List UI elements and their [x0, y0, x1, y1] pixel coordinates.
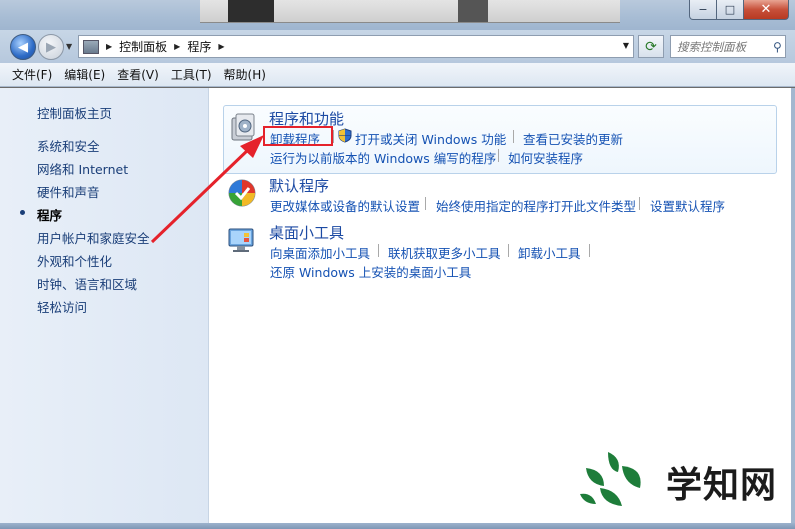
- navigation-bar: ◀ ▶ ▼ ▶ 控制面板 ▶ 程序 ▶ ▼ ⟳ ⚲: [0, 30, 795, 63]
- uac-shield-icon: [338, 128, 352, 143]
- search-box[interactable]: ⚲: [670, 35, 786, 58]
- menu-file[interactable]: 文件(F): [12, 66, 52, 83]
- minimize-button[interactable]: −: [689, 0, 717, 20]
- search-input[interactable]: [671, 38, 771, 55]
- get-more-gadgets-link[interactable]: 联机获取更多小工具: [388, 243, 501, 262]
- link-separator: [639, 197, 640, 210]
- refresh-button[interactable]: ⟳: [638, 35, 664, 58]
- menu-view[interactable]: 查看(V): [117, 66, 159, 83]
- restore-gadgets-link[interactable]: 还原 Windows 上安装的桌面小工具: [270, 262, 471, 281]
- sidebar-item-network[interactable]: 网络和 Internet: [37, 159, 128, 178]
- sidebar-item-ease-of-access[interactable]: 轻松访问: [37, 297, 87, 316]
- link-separator: [378, 244, 379, 257]
- link-separator: [513, 130, 514, 143]
- programs-features-icon[interactable]: [229, 112, 259, 142]
- control-panel-icon: [83, 39, 99, 54]
- desktop-gadgets-title[interactable]: 桌面小工具: [269, 222, 344, 243]
- window-border-right: [791, 88, 795, 523]
- sidebar-item-clock-language[interactable]: 时钟、语言和区域: [37, 274, 137, 293]
- recent-pages-dropdown-icon[interactable]: ▼: [66, 42, 72, 51]
- media-autoplay-link[interactable]: 更改媒体或设备的默认设置: [270, 196, 420, 215]
- default-programs-icon[interactable]: [227, 178, 257, 208]
- sidebar-item-home[interactable]: 控制面板主页: [37, 103, 112, 122]
- menu-edit[interactable]: 编辑(E): [64, 66, 105, 83]
- background-thumbnail: [458, 0, 488, 22]
- sidebar-item-user-accounts[interactable]: 用户帐户和家庭安全: [37, 228, 150, 247]
- link-separator: [498, 149, 499, 162]
- breadcrumb-arrow-icon[interactable]: ▶: [218, 42, 224, 51]
- caption-buttons: − □ ✕: [689, 0, 789, 20]
- desktop-gadgets-icon[interactable]: [227, 225, 257, 255]
- breadcrumb-programs[interactable]: 程序: [187, 38, 211, 55]
- uninstall-gadget-link[interactable]: 卸载小工具: [518, 243, 581, 262]
- background-thumbnail: [228, 0, 274, 22]
- add-gadgets-link[interactable]: 向桌面添加小工具: [270, 243, 370, 262]
- maximize-button[interactable]: □: [717, 0, 744, 20]
- search-icon[interactable]: ⚲: [773, 40, 782, 54]
- breadcrumb-arrow-icon[interactable]: ▶: [174, 42, 180, 51]
- current-page-bullet-icon: [20, 210, 25, 215]
- leaf-logo-icon: [580, 452, 641, 506]
- title-bar: − □ ✕: [0, 0, 795, 30]
- sidebar-item-appearance[interactable]: 外观和个性化: [37, 251, 112, 270]
- back-arrow-icon: ◀: [18, 39, 28, 55]
- menu-help[interactable]: 帮助(H): [224, 66, 266, 83]
- program-compatibility-link[interactable]: 运行为以前版本的 Windows 编写的程序: [270, 148, 496, 167]
- forward-button[interactable]: ▶: [38, 34, 64, 60]
- default-programs-title[interactable]: 默认程序: [269, 175, 329, 196]
- link-separator: [333, 130, 334, 143]
- forward-arrow-icon: ▶: [46, 39, 56, 55]
- address-bar[interactable]: ▶ 控制面板 ▶ 程序 ▶ ▼: [78, 35, 634, 58]
- windows-features-link[interactable]: 打开或关闭 Windows 功能: [355, 129, 506, 148]
- annotation-highlight-box: [263, 126, 333, 146]
- address-dropdown-icon[interactable]: ▼: [623, 41, 629, 50]
- breadcrumb-arrow-icon[interactable]: ▶: [106, 42, 112, 51]
- link-separator: [425, 197, 426, 210]
- sidebar-item-system-security[interactable]: 系统和安全: [37, 136, 100, 155]
- menu-bar: 文件(F) 编辑(E) 查看(V) 工具(T) 帮助(H): [0, 63, 795, 87]
- watermark-text: 学知网: [666, 465, 778, 506]
- set-default-programs-link[interactable]: 设置默认程序: [650, 196, 725, 215]
- back-button[interactable]: ◀: [10, 34, 36, 60]
- sidebar-item-programs: 程序: [37, 208, 63, 223]
- installed-updates-link[interactable]: 查看已安装的更新: [523, 129, 623, 148]
- sidebar-item-hardware-sound[interactable]: 硬件和声音: [37, 182, 100, 201]
- file-association-link[interactable]: 始终使用指定的程序打开此文件类型: [436, 196, 636, 215]
- breadcrumb-control-panel[interactable]: 控制面板: [119, 38, 167, 55]
- navigation-pane: 控制面板主页 系统和安全 网络和 Internet 硬件和声音 程序 用户帐户和…: [0, 88, 209, 523]
- link-separator: [508, 244, 509, 257]
- how-to-install-link[interactable]: 如何安装程序: [508, 148, 583, 167]
- window-border-bottom: [0, 523, 795, 529]
- close-button[interactable]: ✕: [744, 0, 789, 20]
- background-window-strip: [200, 0, 620, 23]
- menu-tools[interactable]: 工具(T): [171, 66, 212, 83]
- link-separator: [589, 244, 590, 257]
- refresh-icon: ⟳: [645, 38, 657, 55]
- site-watermark: 学知网: [578, 448, 778, 510]
